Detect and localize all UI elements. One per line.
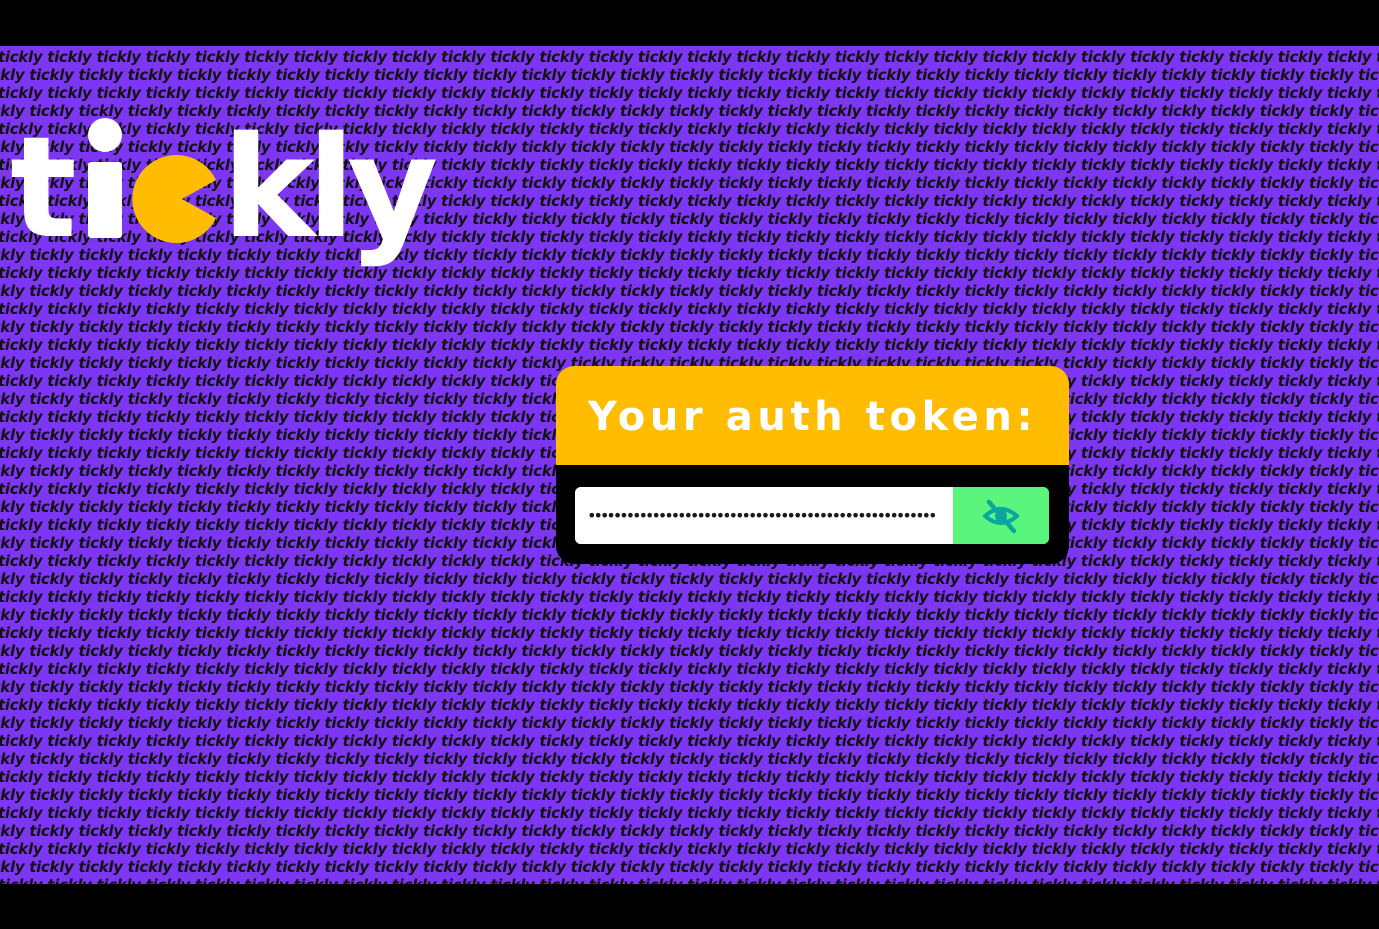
- pattern-row: tickly tickly tickly tickly tickly tickl…: [0, 318, 1379, 336]
- logo-pacman-c-icon: [132, 155, 216, 243]
- logo-letters-kly: kly: [222, 118, 436, 268]
- pattern-row: tickly tickly tickly tickly tickly tickl…: [0, 588, 1379, 606]
- pattern-row: tickly tickly tickly tickly tickly tickl…: [0, 786, 1379, 804]
- screen: tickly tickly tickly tickly tickly tickl…: [0, 0, 1379, 929]
- eye-off-icon: [983, 499, 1019, 533]
- tickly-logo-mark: t kly: [10, 118, 444, 268]
- pattern-row: tickly tickly tickly tickly tickly tickl…: [0, 876, 1379, 884]
- pattern-row: tickly tickly tickly tickly tickly tickl…: [0, 84, 1379, 102]
- auth-token-field: [575, 487, 1049, 544]
- pattern-row: tickly tickly tickly tickly tickly tickl…: [0, 48, 1379, 66]
- logo-letter-t: t: [10, 118, 74, 268]
- auth-token-card: Your auth token:: [556, 366, 1069, 564]
- pattern-row: tickly tickly tickly tickly tickly tickl…: [0, 606, 1379, 624]
- pattern-row: tickly tickly tickly tickly tickly tickl…: [0, 840, 1379, 858]
- pattern-row: tickly tickly tickly tickly tickly tickl…: [0, 336, 1379, 354]
- pattern-row: tickly tickly tickly tickly tickly tickl…: [0, 570, 1379, 588]
- pattern-row: tickly tickly tickly tickly tickly tickl…: [0, 750, 1379, 768]
- pattern-row: tickly tickly tickly tickly tickly tickl…: [0, 858, 1379, 876]
- pattern-row: tickly tickly tickly tickly tickly tickl…: [0, 642, 1379, 660]
- pattern-row: tickly tickly tickly tickly tickly tickl…: [0, 732, 1379, 750]
- pattern-row: tickly tickly tickly tickly tickly tickl…: [0, 678, 1379, 696]
- logo-letter-i-dot: [88, 118, 122, 152]
- auth-token-title: Your auth token:: [587, 393, 1038, 440]
- pattern-row: tickly tickly tickly tickly tickly tickl…: [0, 822, 1379, 840]
- auth-token-card-header: Your auth token:: [556, 366, 1069, 465]
- auth-token-input[interactable]: [575, 487, 953, 544]
- pattern-row: tickly tickly tickly tickly tickly tickl…: [0, 66, 1379, 84]
- toggle-token-visibility-button[interactable]: [953, 487, 1049, 544]
- pattern-row: tickly tickly tickly tickly tickly tickl…: [0, 768, 1379, 786]
- pattern-row: tickly tickly tickly tickly tickly tickl…: [0, 624, 1379, 642]
- pattern-row: tickly tickly tickly tickly tickly tickl…: [0, 714, 1379, 732]
- pattern-row: tickly tickly tickly tickly tickly tickl…: [0, 696, 1379, 714]
- pattern-row: tickly tickly tickly tickly tickly tickl…: [0, 804, 1379, 822]
- tickly-logo: t kly: [10, 118, 480, 268]
- pattern-row: tickly tickly tickly tickly tickly tickl…: [0, 300, 1379, 318]
- pattern-row: tickly tickly tickly tickly tickly tickl…: [0, 282, 1379, 300]
- logo-letter-i-stem: [88, 162, 122, 238]
- pattern-row: tickly tickly tickly tickly tickly tickl…: [0, 660, 1379, 678]
